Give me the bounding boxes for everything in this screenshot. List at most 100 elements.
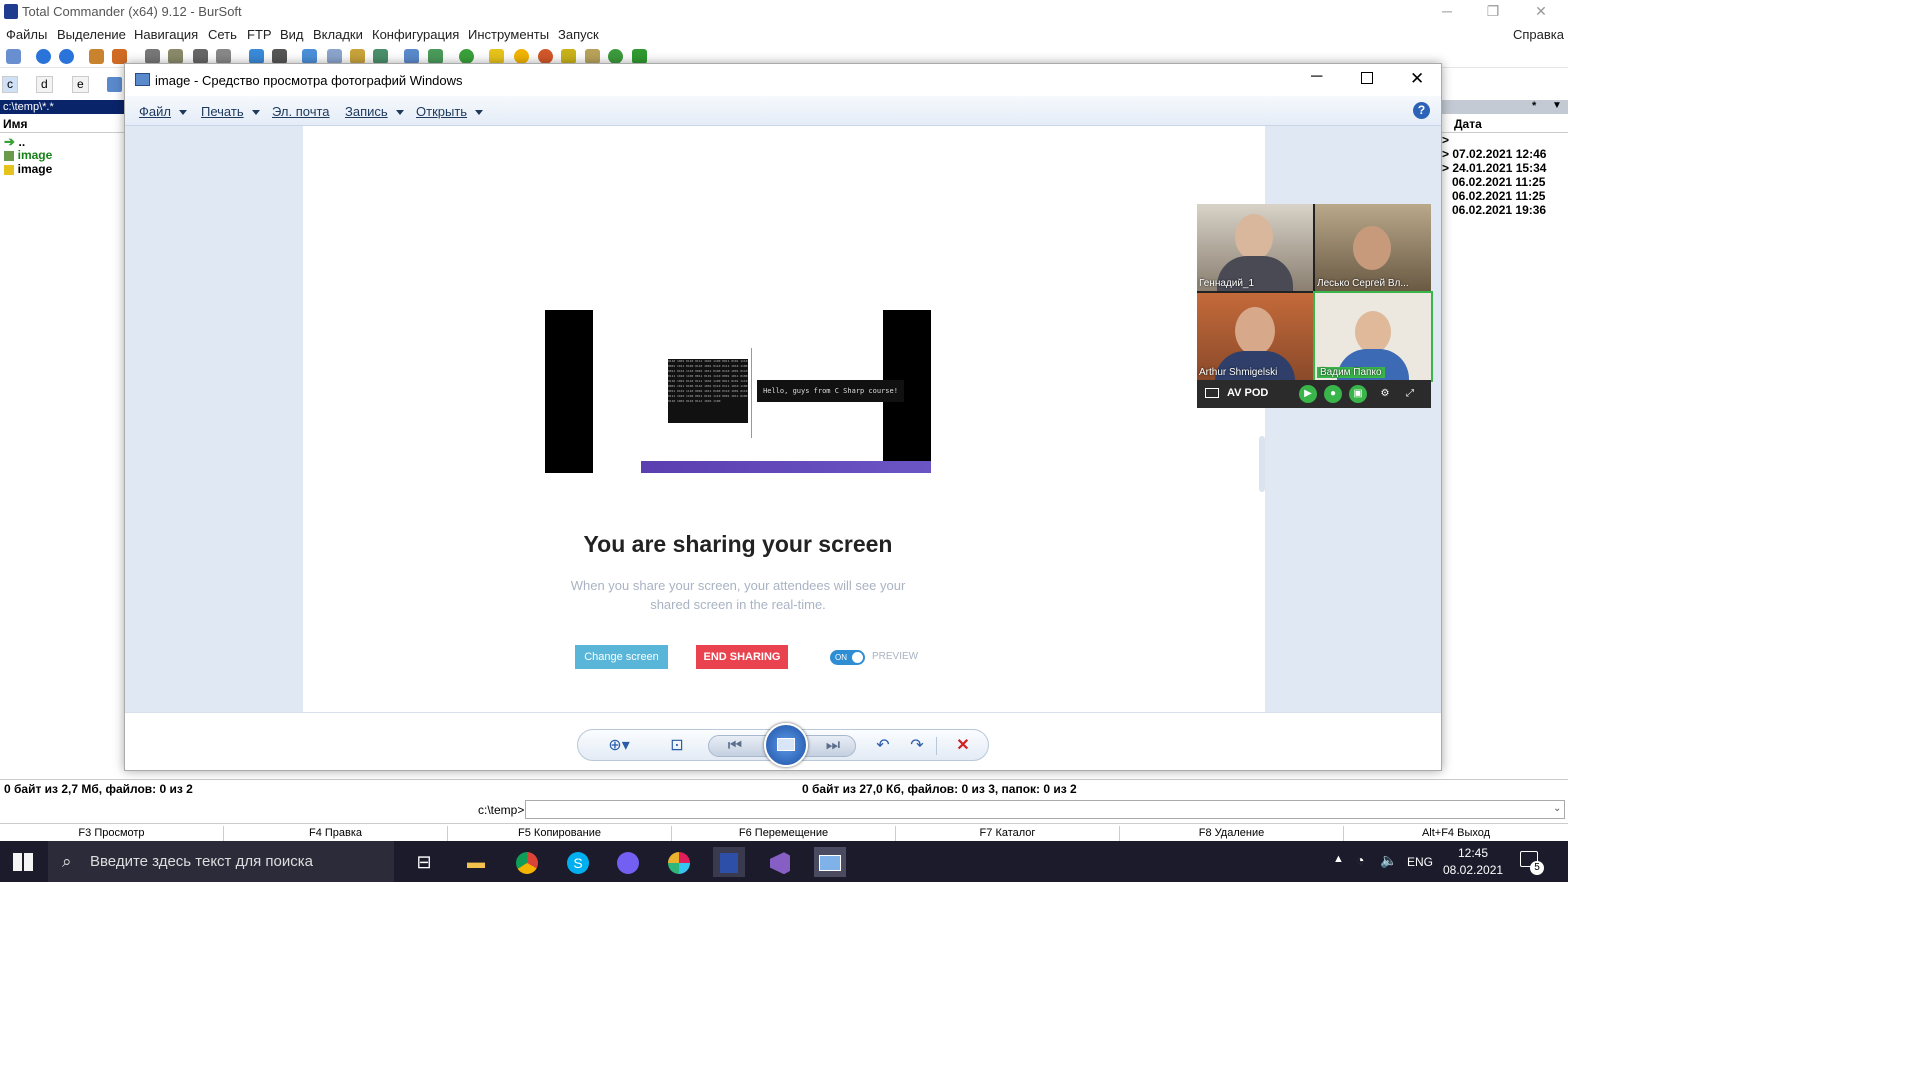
menu-tabs[interactable]: Вкладки <box>313 27 363 42</box>
cmd-input[interactable] <box>525 800 1565 819</box>
pack-icon[interactable] <box>89 49 104 64</box>
menu-print[interactable]: Печать <box>201 104 260 119</box>
preview-toggle[interactable]: ON <box>830 650 865 665</box>
right-filter[interactable]: * <box>1532 100 1536 112</box>
previous-icon[interactable]: ⏮ <box>720 734 750 758</box>
drive-e[interactable]: e <box>72 76 89 93</box>
app-64-icon[interactable] <box>632 49 647 64</box>
f8-button[interactable]: F8 Удаление <box>1120 826 1344 842</box>
app-tc-icon[interactable] <box>608 49 623 64</box>
menu-files[interactable]: Файлы <box>6 27 47 42</box>
f7-button[interactable]: F7 Каталог <box>896 826 1120 842</box>
chrome-icon[interactable] <box>511 847 543 877</box>
video-tile-2[interactable]: Лесько Сергей Вл... <box>1315 204 1431 291</box>
total-commander-icon[interactable] <box>713 847 745 877</box>
compare-icon[interactable] <box>404 49 419 64</box>
app-ftp-icon[interactable] <box>561 49 576 64</box>
file-row-image-1[interactable]: image <box>4 147 52 162</box>
f6-button[interactable]: F6 Перемещение <box>672 826 896 842</box>
scrollbar[interactable] <box>1259 436 1265 492</box>
windows-start-icon[interactable] <box>13 853 33 871</box>
notepad-icon[interactable] <box>585 49 600 64</box>
video-tile-1[interactable]: Геннадий_1 <box>1197 204 1313 291</box>
minimize-icon[interactable]: ─ <box>1424 0 1470 24</box>
ftp-icon[interactable] <box>272 49 287 64</box>
f5-button[interactable]: F5 Копирование <box>448 826 672 842</box>
right-dropdown-icon[interactable]: ▼ <box>1552 100 1562 111</box>
app-green-icon[interactable] <box>459 49 474 64</box>
network-icon[interactable] <box>107 77 122 92</box>
file-row-image-2[interactable]: image <box>4 161 52 176</box>
wifi-icon[interactable]: ◔ <box>1356 852 1364 868</box>
refresh-icon[interactable] <box>6 49 21 64</box>
menu-launch[interactable]: Запуск <box>558 27 599 42</box>
close-icon[interactable]: ✕ <box>1410 69 1424 89</box>
slideshow-button[interactable] <box>764 723 808 767</box>
multirename-icon[interactable] <box>350 49 365 64</box>
zoom-icon[interactable]: ⊕▾ <box>604 734 634 758</box>
menu-open[interactable]: Открыть <box>416 104 484 119</box>
mic-icon[interactable]: ● <box>1324 385 1342 403</box>
menu-selection[interactable]: Выделение <box>57 27 126 42</box>
menu-network[interactable]: Сеть <box>208 27 237 42</box>
menu-email[interactable]: Эл. почта <box>272 104 330 119</box>
menu-burn[interactable]: Запись <box>345 104 404 119</box>
change-screen-button[interactable]: Change screen <box>575 645 668 669</box>
video-tile-3[interactable]: Arthur Shmigelski <box>1197 293 1313 380</box>
find-icon[interactable] <box>327 49 342 64</box>
menu-tools[interactable]: Инструменты <box>468 27 549 42</box>
menu-configuration[interactable]: Конфигурация <box>372 27 459 42</box>
sort-icon[interactable] <box>216 49 231 64</box>
volume-icon[interactable]: 🔈 <box>1380 852 1397 869</box>
clock-date[interactable]: 08.02.2021 <box>1443 863 1503 877</box>
next-icon[interactable]: ⏭ <box>818 734 848 758</box>
menu-view[interactable]: Вид <box>280 27 304 42</box>
skype-icon[interactable]: S <box>562 847 594 877</box>
brief-view-icon[interactable] <box>145 49 160 64</box>
close-icon[interactable]: ✕ <box>1518 0 1564 24</box>
f4-button[interactable]: F4 Правка <box>224 826 448 842</box>
photo-viewer-taskbar-icon[interactable] <box>814 847 846 877</box>
info-icon[interactable] <box>302 49 317 64</box>
sync-icon[interactable] <box>373 49 388 64</box>
screen-share-icon[interactable]: ▣ <box>1349 385 1367 403</box>
menu-ftp[interactable]: FTP <box>247 27 272 42</box>
left-path[interactable]: c:\temp\*.* <box>0 100 125 114</box>
restore-icon[interactable]: ❐ <box>1470 0 1516 24</box>
drive-c[interactable]: c <box>2 76 18 93</box>
tray-chevron-icon[interactable]: ▲ <box>1333 853 1344 865</box>
right-col-date[interactable]: Дата <box>1442 117 1568 133</box>
left-col-name[interactable]: Имя <box>0 117 125 133</box>
f3-button[interactable]: F3 Просмотр <box>0 826 224 842</box>
size-view-icon[interactable] <box>193 49 208 64</box>
delete-icon[interactable]: ✕ <box>948 734 978 758</box>
app-yellow-icon[interactable] <box>489 49 504 64</box>
file-explorer-icon[interactable]: ▬ <box>460 847 492 877</box>
ftp-connect-icon[interactable] <box>249 49 264 64</box>
app-a-icon[interactable] <box>514 49 529 64</box>
video-toggle-icon[interactable]: ▶ <box>1299 385 1317 403</box>
app-gear-icon[interactable] <box>538 49 553 64</box>
exit-button[interactable]: Alt+F4 Выход <box>1344 826 1568 842</box>
gear-icon[interactable]: ⚙ <box>1376 385 1394 403</box>
right-path[interactable] <box>1442 100 1568 114</box>
menu-help[interactable]: Справка <box>1513 27 1564 42</box>
drive-d[interactable]: d <box>36 76 53 93</box>
rotate-right-icon[interactable]: ↷ <box>902 734 932 758</box>
maximize-icon[interactable] <box>1361 72 1373 84</box>
viber-icon[interactable] <box>612 847 644 877</box>
actual-size-icon[interactable]: ⊡ <box>662 734 692 758</box>
tree-view-icon[interactable] <box>168 49 183 64</box>
video-tile-4[interactable]: Вадим Папко <box>1313 291 1433 382</box>
slack-icon[interactable] <box>663 847 695 877</box>
picture-icon[interactable] <box>428 49 443 64</box>
clock-time[interactable]: 12:45 <box>1458 846 1488 860</box>
expand-icon[interactable]: ⤢ <box>1401 385 1419 403</box>
language-indicator[interactable]: ENG <box>1407 855 1433 869</box>
minimize-icon[interactable]: ─ <box>1311 68 1322 86</box>
task-view-icon[interactable]: ⊟ <box>408 847 440 877</box>
taskbar-search[interactable]: ⌕ Введите здесь текст для поиска <box>48 841 394 882</box>
help-icon[interactable]: ? <box>1413 102 1430 119</box>
end-sharing-button[interactable]: END SHARING <box>696 645 788 669</box>
unpack-icon[interactable] <box>112 49 127 64</box>
